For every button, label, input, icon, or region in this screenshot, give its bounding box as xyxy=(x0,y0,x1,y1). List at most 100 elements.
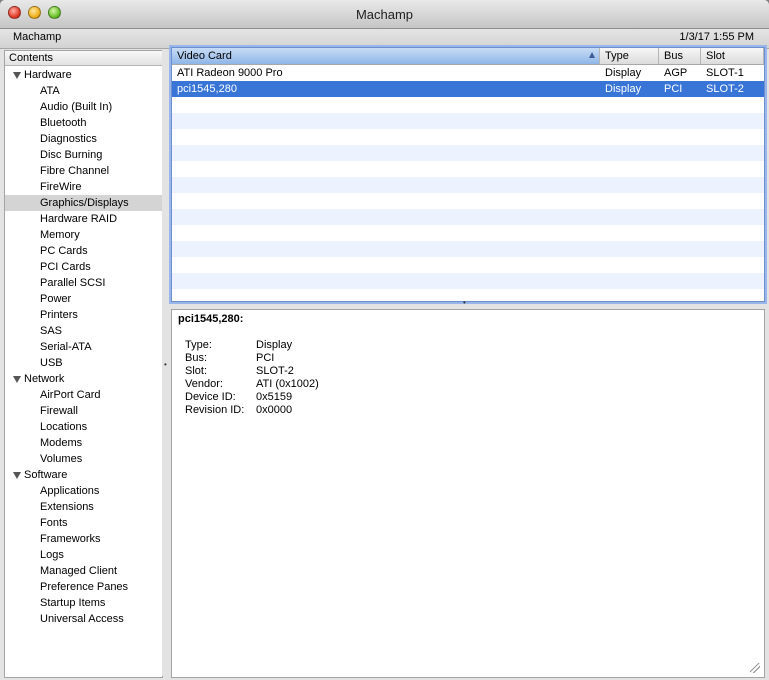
splitter-handle-icon[interactable]: • xyxy=(164,360,167,369)
sidebar-item-label: SAS xyxy=(40,325,63,337)
column-header-type[interactable]: Type xyxy=(600,48,659,64)
sidebar-item-label: Modems xyxy=(40,437,83,449)
sidebar-item-label: Diagnostics xyxy=(40,133,97,145)
empty-table-row xyxy=(172,193,764,209)
report-datetime: 1/3/17 1:55 PM xyxy=(679,31,754,43)
disclosure-triangle-icon[interactable] xyxy=(13,72,21,79)
sidebar-item-applications[interactable]: Applications xyxy=(5,483,162,499)
property-key: Slot: xyxy=(185,365,208,377)
horizontal-splitter[interactable]: • xyxy=(171,298,763,309)
sidebar-item-extensions[interactable]: Extensions xyxy=(5,499,162,515)
sidebar-item-startup-items[interactable]: Startup Items xyxy=(5,595,162,611)
sidebar-item-frameworks[interactable]: Frameworks xyxy=(5,531,162,547)
table-header: Video Card Type Bus Slot xyxy=(172,48,764,65)
property-key: Bus: xyxy=(185,352,208,364)
sidebar-item-parallel-scsi[interactable]: Parallel SCSI xyxy=(5,275,162,291)
column-header-bus[interactable]: Bus xyxy=(659,48,701,64)
sidebar-item-diagnostics[interactable]: Diagnostics xyxy=(5,131,162,147)
sidebar-item-label: PC Cards xyxy=(40,245,88,257)
column-header-label: Bus xyxy=(664,50,683,62)
sidebar-item-fibre-channel[interactable]: Fibre Channel xyxy=(5,163,162,179)
table-body: ATI Radeon 9000 Pro Display AGP SLOT-1 pci15… xyxy=(172,65,764,289)
empty-table-row xyxy=(172,145,764,161)
table-cell-slot: SLOT-2 xyxy=(706,83,744,95)
sidebar-item-label: Locations xyxy=(40,421,88,433)
sidebar-item-label: Memory xyxy=(40,229,80,241)
sidebar-item-label: Graphics/Displays xyxy=(40,197,129,209)
splitter-handle-icon[interactable]: • xyxy=(463,298,466,307)
sidebar-item-label: Universal Access xyxy=(40,613,124,625)
sidebar-item-modems[interactable]: Modems xyxy=(5,435,162,451)
sidebar-item-printers[interactable]: Printers xyxy=(5,307,162,323)
sidebar-group-label: Software xyxy=(24,469,68,481)
sidebar-item-memory[interactable]: Memory xyxy=(5,227,162,243)
sidebar-item-label: Power xyxy=(40,293,72,305)
sidebar-item-label: Startup Items xyxy=(40,597,106,609)
disclosure-triangle-icon[interactable] xyxy=(13,472,21,479)
title-bar[interactable]: Machamp xyxy=(0,0,769,29)
sidebar-item-volumes[interactable]: Volumes xyxy=(5,451,162,467)
sidebar-item-graphics-displays[interactable]: Graphics/Displays xyxy=(5,195,162,211)
sidebar-item-firewire[interactable]: FireWire xyxy=(5,179,162,195)
sidebar-item-logs[interactable]: Logs xyxy=(5,547,162,563)
sidebar-item-airport-card[interactable]: AirPort Card xyxy=(5,387,162,403)
video-card-table[interactable]: Video Card Type Bus Slot ATI Radeon 9000 Pr… xyxy=(171,47,765,302)
table-cell-type: Display xyxy=(605,67,642,79)
sidebar-item-label: FireWire xyxy=(40,181,82,193)
sidebar-group-label: Hardware xyxy=(24,69,72,81)
sidebar-item-label: Volumes xyxy=(40,453,83,465)
sidebar-item-usb[interactable]: USB xyxy=(5,355,162,371)
column-header-label: Type xyxy=(605,50,629,62)
sidebar-item-label: ATA xyxy=(40,85,60,97)
empty-table-row xyxy=(172,273,764,289)
contents-sidebar[interactable]: Contents Hardware ATA Audio (Built In) Blue… xyxy=(4,50,163,678)
sidebar-item-firewall[interactable]: Firewall xyxy=(5,403,162,419)
window: Machamp Machamp 1/3/17 1:55 PM Contents … xyxy=(0,0,769,680)
column-header-slot[interactable]: Slot xyxy=(701,48,764,64)
table-cell-video-card: pci1545,280 xyxy=(177,83,237,95)
property-value: Display xyxy=(256,339,293,351)
sidebar-item-bluetooth[interactable]: Bluetooth xyxy=(5,115,162,131)
sidebar-group-network[interactable]: Network xyxy=(5,371,162,387)
sidebar-item-managed-client[interactable]: Managed Client xyxy=(5,563,162,579)
sidebar-item-sas[interactable]: SAS xyxy=(5,323,162,339)
table-row[interactable]: ATI Radeon 9000 Pro Display AGP SLOT-1 xyxy=(172,65,764,81)
sidebar-item-label: USB xyxy=(40,357,63,369)
sidebar-item-power[interactable]: Power xyxy=(5,291,162,307)
sidebar-item-audio-built-in[interactable]: Audio (Built In) xyxy=(5,99,162,115)
sidebar-item-label: Preference Panes xyxy=(40,581,129,593)
property-value: ATI (0x1002) xyxy=(256,378,319,390)
detail-title: pci1545,280: xyxy=(178,313,244,325)
sidebar-item-label: Bluetooth xyxy=(40,117,87,129)
sidebar-item-fonts[interactable]: Fonts xyxy=(5,515,162,531)
sidebar-item-universal-access[interactable]: Universal Access xyxy=(5,611,162,627)
sidebar-item-pc-cards[interactable]: PC Cards xyxy=(5,243,162,259)
property-key: Vendor: xyxy=(185,378,223,390)
empty-table-row xyxy=(172,257,764,273)
empty-table-row xyxy=(172,209,764,225)
sidebar-item-serial-ata[interactable]: Serial-ATA xyxy=(5,339,162,355)
property-key: Device ID: xyxy=(185,391,236,403)
sidebar-item-label: Applications xyxy=(40,485,100,497)
property-key: Type: xyxy=(185,339,212,351)
column-header-video-card[interactable]: Video Card xyxy=(172,48,600,64)
sidebar-item-disc-burning[interactable]: Disc Burning xyxy=(5,147,162,163)
sidebar-group-hardware[interactable]: Hardware xyxy=(5,67,162,83)
empty-table-row xyxy=(172,129,764,145)
property-key: Revision ID: xyxy=(185,404,245,416)
sidebar-item-label: Extensions xyxy=(40,501,94,513)
disclosure-triangle-icon[interactable] xyxy=(13,376,21,383)
table-row[interactable]: pci1545,280 Display PCI SLOT-2 xyxy=(172,81,764,97)
sidebar-item-hardware-raid[interactable]: Hardware RAID xyxy=(5,211,162,227)
sidebar-group-software[interactable]: Software xyxy=(5,467,162,483)
sidebar-item-label: Audio (Built In) xyxy=(40,101,113,113)
sidebar-item-locations[interactable]: Locations xyxy=(5,419,162,435)
property-value: SLOT-2 xyxy=(256,365,294,377)
empty-table-row xyxy=(172,241,764,257)
resize-grip-icon[interactable] xyxy=(750,663,760,673)
sidebar-item-ata[interactable]: ATA xyxy=(5,83,162,99)
vertical-splitter[interactable]: • xyxy=(162,50,170,676)
sidebar-item-preference-panes[interactable]: Preference Panes xyxy=(5,579,162,595)
column-header-label: Video Card xyxy=(177,50,232,62)
sidebar-item-pci-cards[interactable]: PCI Cards xyxy=(5,259,162,275)
